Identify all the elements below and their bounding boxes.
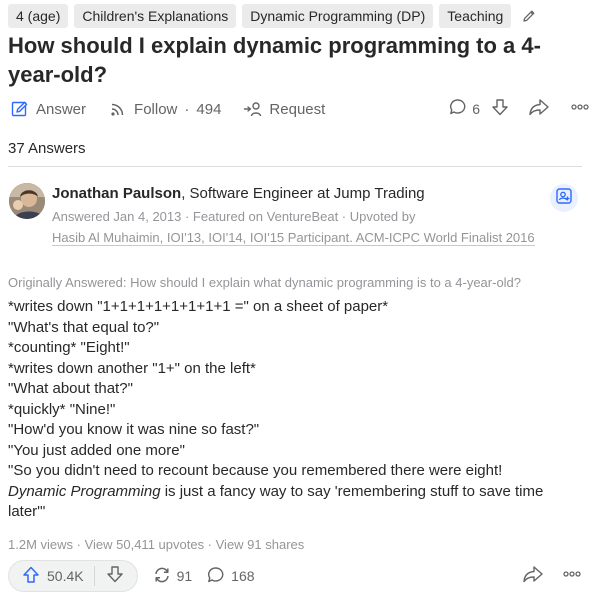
emphasis-text: Dynamic Programming: [8, 482, 161, 500]
answer-line: "So you didn't need to recount because y…: [8, 462, 503, 479]
answer-line: "You just added one more": [8, 441, 185, 459]
follow-label: Follow: [134, 100, 178, 118]
topic-tag[interactable]: Dynamic Programming (DP): [242, 4, 434, 28]
answer-line: "What about that?": [8, 380, 133, 397]
comments-button[interactable]: 168: [206, 565, 255, 588]
share-count: 91: [176, 568, 193, 584]
add-user-icon: [555, 187, 573, 210]
author-avatar[interactable]: [9, 183, 45, 219]
answers-count[interactable]: 37 Answers: [8, 140, 86, 157]
comment-bubble-icon: [448, 97, 468, 121]
follow-author-button[interactable]: [550, 184, 578, 212]
share-arrow-icon[interactable]: [528, 97, 550, 121]
share-count-button[interactable]: 91: [152, 565, 193, 588]
comment-count: 6: [472, 101, 480, 117]
request-user-icon: [243, 99, 263, 119]
follow-separator: ·: [184, 100, 190, 118]
originally-answered[interactable]: Originally Answered: How should I explai…: [8, 275, 521, 290]
more-options-icon[interactable]: [562, 564, 582, 589]
comment-bubble-icon: [206, 565, 226, 588]
upvote-arrow-icon: [21, 565, 41, 588]
answer-line: *quickly* "Nine!": [8, 400, 116, 418]
vote-pill: 50.4K: [8, 560, 138, 592]
answer-line: *writes down another "1+" on the left*: [8, 359, 256, 377]
topic-tag[interactable]: 4 (age): [8, 4, 69, 28]
downvote-arrow-icon[interactable]: [490, 97, 510, 121]
topic-list: 4 (age) Children's Explanations Dynamic …: [8, 4, 539, 28]
request-label: Request: [269, 100, 326, 118]
topic-tag[interactable]: Teaching: [439, 4, 512, 28]
share-arrow-icon[interactable]: [522, 564, 544, 589]
pencil-icon[interactable]: [519, 6, 539, 26]
comment-count: 168: [231, 568, 255, 584]
answer-line: *counting* "Eight!": [8, 339, 130, 356]
author-name[interactable]: Jonathan Paulson: [52, 185, 181, 202]
comment-button[interactable]: 6: [448, 97, 480, 121]
follow-count: 494: [196, 100, 222, 118]
topic-tag[interactable]: Children's Explanations: [74, 4, 237, 28]
author-line: Jonathan Paulson, Software Engineer at J…: [52, 185, 425, 202]
downvote-arrow-icon: [105, 564, 125, 589]
answer-action-bar: 50.4K 91 168: [8, 560, 582, 592]
upvoted-by-text: Hasib Al Muhaimin, IOI'13, IOI'14, IOI'1…: [52, 230, 535, 246]
answer-line: "What's that equal to?": [8, 318, 160, 336]
author-credential: , Software Engineer at Jump Trading: [181, 185, 425, 202]
answer-pencil-icon: [10, 99, 30, 119]
question-title[interactable]: How should I explain dynamic programming…: [8, 31, 578, 89]
answer-line: "How'd you know it was nine so fast?": [8, 421, 260, 438]
answer-line: Dynamic Programming is just a fancy way …: [8, 482, 578, 523]
upvote-count: 50.4K: [47, 568, 84, 584]
answer-line: *writes down "1+1+1+1+1+1+1+1 =" on a sh…: [8, 298, 389, 315]
answer-button[interactable]: Answer: [10, 99, 86, 119]
upvoted-by[interactable]: Hasib Al Muhaimin, IOI'13, IOI'14, IOI'1…: [52, 229, 552, 247]
more-options-icon[interactable]: [570, 97, 590, 121]
downvote-button[interactable]: [95, 561, 137, 591]
answer-meta: Answered Jan 4, 2013 · Featured on Ventu…: [52, 209, 416, 224]
answer-label: Answer: [36, 100, 87, 118]
follow-wifi-icon: [108, 99, 128, 119]
request-button[interactable]: Request: [243, 99, 325, 119]
question-action-bar: Answer Follow · 494 Request 6: [8, 96, 590, 122]
reshare-icon: [152, 565, 172, 588]
section-divider: [8, 166, 582, 167]
answer-body: *writes down "1+1+1+1+1+1+1+1 =" on a sh…: [8, 297, 578, 523]
upvote-button[interactable]: 50.4K: [9, 561, 94, 591]
follow-button[interactable]: Follow · 494: [108, 99, 221, 119]
answer-stats[interactable]: 1.2M views · View 50,411 upvotes · View …: [8, 537, 304, 552]
